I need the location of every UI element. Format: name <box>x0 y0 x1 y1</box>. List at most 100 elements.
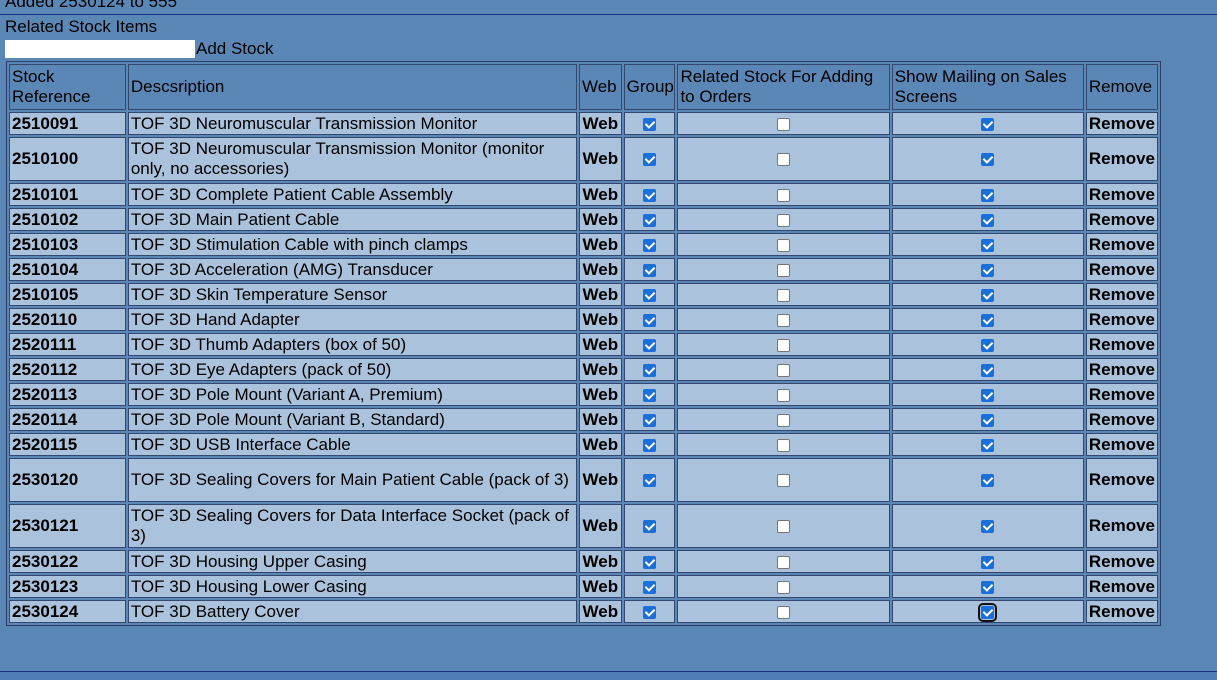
related-stock-checkbox[interactable] <box>777 188 791 202</box>
related-stock-checkbox[interactable] <box>777 263 791 277</box>
group-checkbox[interactable] <box>643 313 657 327</box>
group-checkbox[interactable] <box>643 213 657 227</box>
remove-button[interactable]: Remove <box>1085 283 1158 306</box>
show-mailing-checkbox[interactable] <box>981 438 995 452</box>
web-link[interactable]: Web <box>578 308 622 331</box>
group-checkbox[interactable] <box>643 605 657 619</box>
remove-button[interactable]: Remove <box>1085 208 1158 231</box>
section-title: Related Stock Items <box>5 17 158 36</box>
remove-button[interactable]: Remove <box>1085 458 1158 502</box>
stock-description: TOF 3D Pole Mount (Variant A, Premium) <box>127 383 577 406</box>
remove-button[interactable]: Remove <box>1085 233 1158 256</box>
web-link[interactable]: Web <box>578 600 622 623</box>
show-mailing-checkbox[interactable] <box>981 520 995 534</box>
remove-button[interactable]: Remove <box>1085 575 1158 598</box>
related-stock-checkbox[interactable] <box>777 117 791 131</box>
related-stock-checkbox[interactable] <box>777 474 791 488</box>
show-mailing-checkbox[interactable] <box>981 263 995 277</box>
show-mailing-checkbox[interactable] <box>981 238 995 252</box>
remove-button[interactable]: Remove <box>1085 358 1158 381</box>
remove-button[interactable]: Remove <box>1085 550 1158 573</box>
show-mailing-checkbox[interactable] <box>981 388 995 402</box>
group-checkbox[interactable] <box>643 438 657 452</box>
related-stock-checkbox[interactable] <box>777 338 791 352</box>
web-link[interactable]: Web <box>578 458 622 502</box>
group-checkbox[interactable] <box>643 388 657 402</box>
web-link[interactable]: Web <box>578 575 622 598</box>
show-mailing-checkbox[interactable] <box>981 313 995 327</box>
show-mailing-checkbox[interactable] <box>981 580 995 594</box>
remove-button[interactable]: Remove <box>1085 504 1158 548</box>
web-link[interactable]: Web <box>578 283 622 306</box>
remove-button[interactable]: Remove <box>1085 333 1158 356</box>
related-stock-checkbox[interactable] <box>777 238 791 252</box>
web-link[interactable]: Web <box>578 358 622 381</box>
group-checkbox[interactable] <box>643 580 657 594</box>
show-mailing-checkbox[interactable] <box>981 288 995 302</box>
web-link[interactable]: Web <box>578 112 622 135</box>
show-mailing-checkbox[interactable] <box>981 474 995 488</box>
web-link[interactable]: Web <box>578 333 622 356</box>
show-mailing-checkbox[interactable] <box>981 363 995 377</box>
web-link[interactable]: Web <box>578 258 622 281</box>
group-checkbox[interactable] <box>643 188 657 202</box>
group-checkbox[interactable] <box>643 153 657 167</box>
group-checkbox[interactable] <box>643 263 657 277</box>
show-mailing-checkbox[interactable] <box>981 213 995 227</box>
remove-button[interactable]: Remove <box>1085 600 1158 623</box>
web-link[interactable]: Web <box>578 183 622 206</box>
group-checkbox[interactable] <box>643 474 657 488</box>
web-link[interactable]: Web <box>578 137 622 181</box>
group-checkbox[interactable] <box>643 555 657 569</box>
related-stock-checkbox[interactable] <box>777 580 791 594</box>
related-stock-checkbox[interactable] <box>777 520 791 534</box>
related-stock-checkbox[interactable] <box>777 605 791 619</box>
related-stock-checkbox[interactable] <box>777 153 791 167</box>
related-stock-checkbox[interactable] <box>777 413 791 427</box>
add-stock-input[interactable] <box>5 39 195 58</box>
related-stock-checkbox[interactable] <box>777 313 791 327</box>
remove-button[interactable]: Remove <box>1085 258 1158 281</box>
remove-button[interactable]: Remove <box>1085 433 1158 456</box>
stock-description: TOF 3D Skin Temperature Sensor <box>127 283 577 306</box>
related-stock-checkbox[interactable] <box>777 363 791 377</box>
web-link[interactable]: Web <box>578 504 622 548</box>
web-link[interactable]: Web <box>578 550 622 573</box>
table-row: 2530120 TOF 3D Sealing Covers for Main P… <box>9 458 1158 502</box>
group-checkbox[interactable] <box>643 520 657 534</box>
table-row: 2510100 TOF 3D Neuromuscular Transmissio… <box>9 137 1158 181</box>
show-mailing-checkbox[interactable] <box>981 153 995 167</box>
add-stock-link[interactable]: Add Stock <box>196 39 274 59</box>
col-header-stock-reference: Stock Reference <box>9 64 126 110</box>
related-stock-checkbox[interactable] <box>777 213 791 227</box>
group-checkbox[interactable] <box>643 117 657 131</box>
show-mailing-checkbox[interactable] <box>981 413 995 427</box>
group-checkbox[interactable] <box>643 413 657 427</box>
show-mailing-checkbox[interactable] <box>981 338 995 352</box>
web-link[interactable]: Web <box>578 383 622 406</box>
web-link[interactable]: Web <box>578 233 622 256</box>
related-stock-checkbox[interactable] <box>777 438 791 452</box>
group-checkbox[interactable] <box>643 363 657 377</box>
related-stock-checkbox[interactable] <box>777 388 791 402</box>
group-checkbox[interactable] <box>643 338 657 352</box>
show-mailing-checkbox[interactable] <box>981 117 995 131</box>
remove-button[interactable]: Remove <box>1085 112 1158 135</box>
remove-button[interactable]: Remove <box>1085 137 1158 181</box>
remove-button[interactable]: Remove <box>1085 308 1158 331</box>
group-checkbox[interactable] <box>643 288 657 302</box>
web-link[interactable]: Web <box>578 208 622 231</box>
related-stock-checkbox[interactable] <box>777 288 791 302</box>
group-checkbox[interactable] <box>643 238 657 252</box>
web-link[interactable]: Web <box>578 408 622 431</box>
remove-button[interactable]: Remove <box>1085 383 1158 406</box>
show-mailing-checkbox[interactable] <box>981 188 995 202</box>
remove-button[interactable]: Remove <box>1085 183 1158 206</box>
related-stock-checkbox[interactable] <box>777 555 791 569</box>
stock-reference: 2520111 <box>9 333 126 356</box>
show-mailing-checkbox[interactable] <box>981 555 995 569</box>
show-mailing-checkbox[interactable] <box>978 602 998 622</box>
remove-button[interactable]: Remove <box>1085 408 1158 431</box>
web-link[interactable]: Web <box>578 433 622 456</box>
stock-reference: 2510105 <box>9 283 126 306</box>
